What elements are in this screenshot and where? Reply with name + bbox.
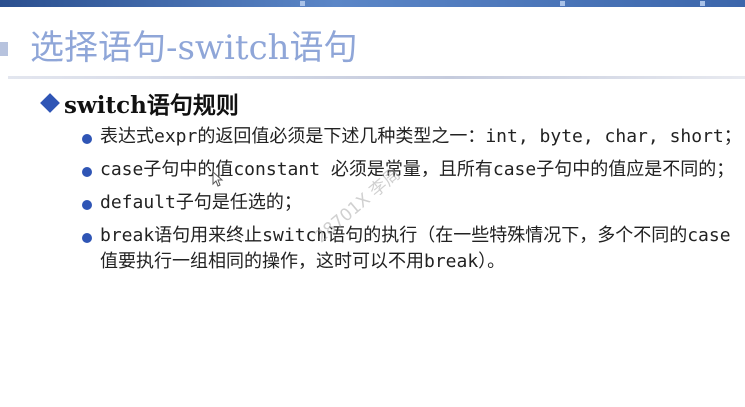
rule-item: break语句用来终止switch语句的执行（在一些特殊情况下，多个不同的cas… bbox=[82, 223, 742, 275]
bullet-icon bbox=[82, 167, 92, 177]
rule-item: case子句中的值constant 必须是常量，且所有case子句中的值应是不同… bbox=[82, 157, 742, 183]
diamond-icon bbox=[40, 93, 60, 113]
rule-item: 表达式expr的返回值必须是下述几种类型之一：int, byte, char, … bbox=[82, 124, 742, 150]
decoration-dot bbox=[560, 1, 565, 6]
bullet-icon bbox=[82, 134, 92, 144]
bullet-icon bbox=[82, 200, 92, 210]
rule-list: 表达式expr的返回值必须是下述几种类型之一：int, byte, char, … bbox=[82, 124, 742, 282]
rule-text: default子句是任选的； bbox=[100, 192, 302, 213]
section-heading-text: switch语句规则 bbox=[64, 92, 239, 119]
top-decoration-strip bbox=[0, 0, 745, 7]
title-underline bbox=[8, 76, 745, 79]
bullet-icon bbox=[82, 233, 92, 243]
title-marker-shape bbox=[0, 42, 8, 56]
rule-item: default子句是任选的； bbox=[82, 190, 742, 216]
rule-text: break语句用来终止switch语句的执行（在一些特殊情况下，多个不同的cas… bbox=[100, 225, 731, 272]
decoration-dot bbox=[300, 1, 305, 6]
section-heading: switch语句规则 bbox=[40, 86, 239, 120]
slide-title: 选择语句-switch语句 bbox=[30, 28, 358, 68]
rule-text: 表达式expr的返回值必须是下述几种类型之一：int, byte, char, … bbox=[100, 126, 742, 147]
rule-text: case子句中的值constant 必须是常量，且所有case子句中的值应是不同… bbox=[100, 159, 735, 180]
decoration-dot bbox=[700, 1, 705, 6]
